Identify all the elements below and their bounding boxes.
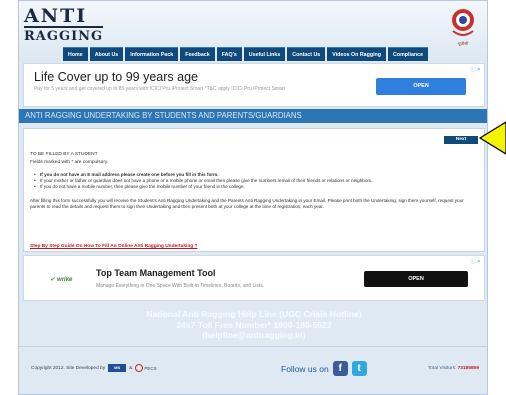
emblem-caption: यूजीसी [457, 41, 469, 46]
nav-useful-links[interactable]: Useful Links [243, 47, 286, 61]
helpline-email: (helpline@antiragging.in) [202, 330, 306, 340]
nav-faqs[interactable]: FAQ's [216, 47, 242, 61]
helpline-info: National Anti Ragging Help Line (UGC Cri… [19, 309, 487, 341]
insurance-ad-banner[interactable]: Life Cover up to 99 years age Pay for 5 … [23, 63, 485, 107]
pecs-logo[interactable]: PECS [135, 364, 157, 372]
nav-compliance[interactable]: Compliance [388, 47, 429, 61]
wrike-ad-banner[interactable]: ✔ wrike Top Team Management Tool Manage E… [23, 255, 485, 301]
ad-subtitle: Pay for 5 years and get covered up to 85… [34, 86, 285, 92]
pecs-logo-text: PECS [144, 365, 157, 371]
ad-open-button[interactable]: OPEN [364, 271, 468, 287]
pecs-mark-icon [135, 364, 144, 372]
instructions-heading: TO BE FILLED BY A STUDENT [30, 152, 98, 157]
visitors-count: 73185859 [457, 366, 479, 371]
ad-choices-icon[interactable]: ⓘ ✕ [470, 66, 481, 73]
ad-open-button[interactable]: OPEN [376, 78, 466, 95]
step-by-step-guide-link[interactable]: Step By Step Guide On How To Fill An Onl… [30, 244, 197, 249]
pointer-arrow-icon [478, 121, 506, 155]
site-header: ANTI RAGGING यूजीसी Home About Us Inform… [19, 1, 487, 61]
next-button[interactable]: Next [444, 136, 478, 144]
developer-logo[interactable]: MS [108, 364, 127, 372]
wrike-brand-text: wrike [57, 277, 73, 283]
visitors-label: Total Visitors: [427, 366, 457, 371]
nav-about-us[interactable]: About Us [89, 47, 124, 61]
undertaking-instructions: Next TO BE FILLED BY A STUDENT Fields ma… [23, 128, 485, 252]
nav-videos-on-ragging[interactable]: Videos On Ragging [327, 47, 387, 61]
follow-us: Follow us on f t [281, 361, 367, 376]
section-title-bar: ANTI RAGGING UNDERTAKING BY STUDENTS AND… [19, 109, 487, 123]
nav-information-pack[interactable]: Information Pack [125, 47, 179, 61]
ad-choices-icon[interactable]: ⓘ ✕ [470, 258, 481, 265]
helpline-number: 24x7 Toll Free Number* 1800-180-5522 [176, 319, 332, 330]
ad-title: Life Cover up to 99 years age [34, 70, 198, 84]
instruction-list: If you do not have an E mail address ple… [34, 172, 480, 190]
site-footer: Copyright 2012. Site Developed by MS & P… [19, 346, 487, 394]
twitter-icon[interactable]: t [351, 361, 367, 376]
instructions-paragraph: After filling this form successfully you… [30, 198, 464, 209]
browser-page: ANTI RAGGING यूजीसी Home About Us Inform… [18, 0, 488, 395]
logo-text-anti: ANTI [24, 5, 88, 27]
follow-us-text: Follow us on [281, 363, 329, 374]
list-item: If you do not have a mobile number, then… [34, 184, 480, 190]
ampersand-text: & [129, 365, 133, 371]
visitor-counter: Total Visitors: 73185859 [428, 366, 479, 371]
ugc-emblem-icon [452, 9, 474, 36]
copyright-notice: Copyright 2012. Site Developed by MS & P… [31, 364, 157, 372]
ad-subtitle: Manage Everything in One Space With Buil… [96, 283, 265, 289]
main-nav: Home About Us Information Pack Feedback … [63, 47, 429, 61]
nav-home[interactable]: Home [63, 47, 88, 61]
nav-feedback[interactable]: Feedback [180, 47, 215, 61]
anti-ragging-logo[interactable]: ANTI RAGGING [24, 5, 104, 47]
logo-text-ragging: RAGGING [24, 26, 104, 44]
copyright-text: Copyright 2012. Site Developed by [31, 365, 106, 371]
nav-contact-us[interactable]: Contact Us [287, 47, 326, 61]
facebook-icon[interactable]: f [332, 361, 348, 376]
helpline-title: National Anti Ragging Help Line (UGC Cri… [146, 309, 362, 319]
wrike-logo: ✔ wrike [50, 276, 72, 283]
check-icon: ✔ [50, 277, 56, 283]
ad-title: Top Team Management Tool [96, 268, 216, 278]
required-fields-note: Fields marked with * are compulsory. [30, 160, 109, 165]
